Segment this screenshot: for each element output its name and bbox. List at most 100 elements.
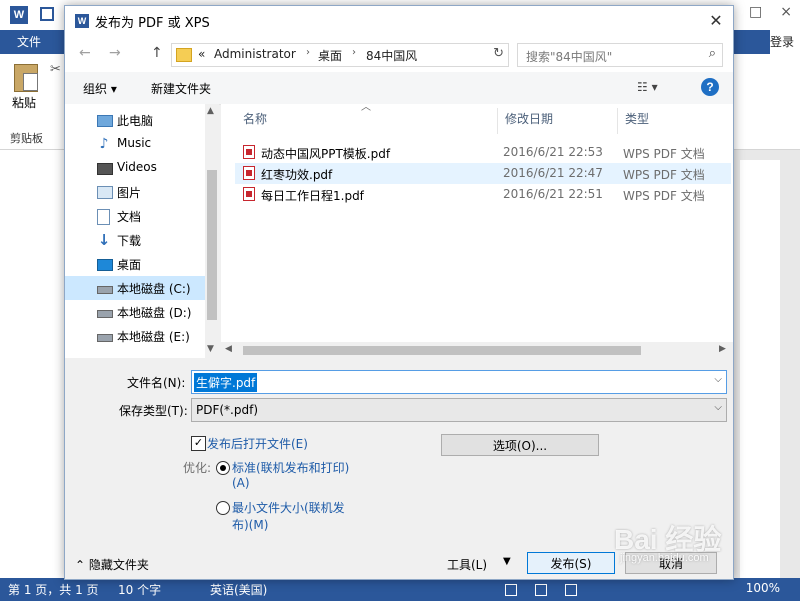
documents-icon <box>97 209 110 225</box>
minimum-size-label[interactable]: 最小文件大小(联机发 <box>232 499 345 516</box>
options-button[interactable]: 选项(O)... <box>441 434 599 456</box>
pdf-icon <box>243 187 255 201</box>
scroll-down-icon[interactable]: ▼ <box>207 344 214 354</box>
pdf-icon <box>243 145 255 159</box>
scroll-thumb[interactable] <box>243 346 641 355</box>
login-link[interactable]: 登录 <box>770 30 800 54</box>
nav-item-this-pc[interactable]: 此电脑 <box>65 108 205 132</box>
status-page-count[interactable]: 第 1 页，共 1 页 <box>8 581 99 598</box>
cut-icon[interactable]: ✂ <box>50 62 61 77</box>
download-icon: ↓ <box>97 231 111 249</box>
nav-item-label: 文档 <box>117 210 142 224</box>
close-icon[interactable]: ✕ <box>699 6 733 36</box>
file-date: 2016/6/21 22:51 <box>503 187 603 201</box>
help-icon[interactable]: ? <box>701 78 719 96</box>
paste-label[interactable]: 粘贴 <box>12 94 36 111</box>
watermark-url: jingyan.baidu.com <box>620 552 709 564</box>
optimize-label: 优化: <box>183 461 212 475</box>
file-row[interactable]: 动态中国风PPT模板.pdf 2016/6/21 22:53 WPS PDF 文… <box>235 142 731 163</box>
desktop-icon <box>97 259 113 271</box>
sort-ascending-icon: ︿ <box>361 102 371 113</box>
address-row: ← → ↑ « Administrator › 桌面 › 84中国风 ↻ 搜索"… <box>65 36 733 72</box>
tools-button[interactable]: 工具(L) <box>447 556 487 573</box>
nav-item-downloads[interactable]: ↓ 下载 <box>65 228 205 252</box>
hide-folders-button[interactable]: ⌃ 隐藏文件夹 <box>75 556 149 573</box>
minimum-size-radio[interactable] <box>216 501 230 515</box>
column-type[interactable]: 类型 <box>625 104 649 134</box>
nav-item-desktop[interactable]: 桌面 <box>65 252 205 276</box>
breadcrumb-folder[interactable]: 84中国风 <box>366 47 417 64</box>
minimum-size-label-hotkey[interactable]: 布)(M) <box>232 516 268 533</box>
column-divider[interactable] <box>617 108 618 134</box>
publish-button[interactable]: 发布(S) <box>527 552 615 574</box>
column-date[interactable]: 修改日期 <box>505 104 553 134</box>
scroll-thumb[interactable] <box>207 170 217 320</box>
filename-value[interactable]: 生僻字.pdf <box>194 373 258 392</box>
paste-icon[interactable] <box>14 64 38 92</box>
standard-radio[interactable] <box>216 461 230 475</box>
print-layout-icon[interactable] <box>535 584 547 596</box>
tab-file[interactable]: 文件 <box>0 30 58 54</box>
status-language[interactable]: 英语(美国) <box>210 581 267 598</box>
organize-button[interactable]: 组织 ▾ <box>83 80 117 97</box>
horizontal-scrollbar[interactable]: ◀ ▶ <box>221 342 733 358</box>
scroll-up-icon[interactable]: ▲ <box>207 106 214 116</box>
column-name[interactable]: 名称 <box>243 104 267 134</box>
file-row[interactable]: 红枣功效.pdf 2016/6/21 22:47 WPS PDF 文档 <box>235 163 731 184</box>
open-after-publish-checkbox[interactable]: ✓ <box>191 436 206 451</box>
folder-icon <box>176 48 192 62</box>
breadcrumb-separator[interactable]: › <box>352 47 356 58</box>
search-placeholder: 搜索"84中国风" <box>526 50 613 64</box>
chevron-down-icon[interactable]: ⌵ <box>714 402 722 413</box>
filename-field[interactable]: 生僻字.pdf ⌵ <box>191 370 727 394</box>
nav-item-label: 桌面 <box>117 258 142 272</box>
nav-item-documents[interactable]: 文档 <box>65 204 205 228</box>
up-icon[interactable]: ↑ <box>151 45 163 61</box>
search-icon[interactable]: ⌕ <box>709 46 716 61</box>
web-layout-icon[interactable] <box>565 584 577 596</box>
read-mode-icon[interactable] <box>505 584 517 596</box>
new-folder-button[interactable]: 新建文件夹 <box>151 80 211 97</box>
nav-item-label: Videos <box>117 160 157 174</box>
nav-item-drive-e[interactable]: 本地磁盘 (E:) <box>65 324 205 348</box>
nav-item-label: 本地磁盘 (C:) <box>117 282 191 296</box>
view-options-button[interactable]: ☷ ▾ <box>637 80 658 94</box>
status-bar: 第 1 页，共 1 页 10 个字 英语(美国) 100% <box>0 578 800 601</box>
chevron-down-icon[interactable]: ▼ <box>503 556 511 567</box>
file-name: 动态中国风PPT模板.pdf <box>261 147 391 161</box>
nav-item-music[interactable]: ♪ Music <box>65 132 205 156</box>
status-word-count[interactable]: 10 个字 <box>118 581 161 598</box>
document-page-edge <box>740 160 780 578</box>
address-bar[interactable]: « Administrator › 桌面 › 84中国风 ↻ <box>171 43 509 67</box>
column-divider[interactable] <box>497 108 498 134</box>
breadcrumb-separator[interactable]: › <box>306 47 310 58</box>
breadcrumb-administrator[interactable]: Administrator <box>214 47 296 61</box>
nav-item-drive-d[interactable]: 本地磁盘 (D:) <box>65 300 205 324</box>
nav-item-pictures[interactable]: 图片 <box>65 180 205 204</box>
nav-scrollbar[interactable]: ▲ ▼ <box>205 104 219 358</box>
nav-item-drive-c[interactable]: 本地磁盘 (C:) <box>65 276 205 300</box>
save-icon[interactable] <box>40 7 54 21</box>
search-input[interactable]: 搜索"84中国风" ⌕ <box>517 43 723 67</box>
forward-icon[interactable]: → <box>109 45 121 61</box>
close-icon[interactable]: × <box>780 4 792 20</box>
back-icon[interactable]: ← <box>79 45 91 61</box>
maximize-icon[interactable]: □ <box>749 4 762 20</box>
refresh-icon[interactable]: ↻ <box>493 46 504 61</box>
open-after-publish-label[interactable]: 发布后打开文件(E) <box>207 435 308 452</box>
file-row[interactable]: 每日工作日程1.pdf 2016/6/21 22:51 WPS PDF 文档 <box>235 184 731 205</box>
standard-label[interactable]: 标准(联机发布和打印) <box>232 459 349 476</box>
zoom-level[interactable]: 100% <box>746 581 780 595</box>
breadcrumb-overflow[interactable]: « <box>198 47 205 61</box>
filetype-select[interactable]: PDF(*.pdf) ⌵ <box>191 398 727 422</box>
file-type: WPS PDF 文档 <box>623 189 705 203</box>
chevron-down-icon[interactable]: ⌵ <box>714 374 722 385</box>
scroll-left-icon[interactable]: ◀ <box>225 344 232 354</box>
dialog-titlebar: W 发布为 PDF 或 XPS ✕ <box>65 6 733 36</box>
breadcrumb-desktop[interactable]: 桌面 <box>318 47 342 64</box>
video-icon <box>97 163 113 175</box>
scroll-right-icon[interactable]: ▶ <box>719 344 726 354</box>
file-date: 2016/6/21 22:47 <box>503 166 603 180</box>
nav-item-videos[interactable]: Videos <box>65 156 205 180</box>
standard-label-hotkey[interactable]: (A) <box>232 476 250 490</box>
